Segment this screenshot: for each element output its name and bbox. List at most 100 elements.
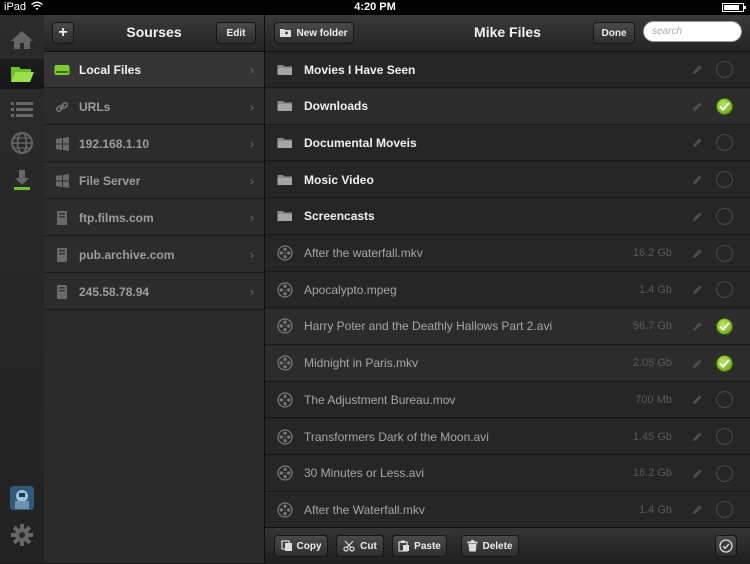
cut-button[interactable]: Cut <box>336 535 384 557</box>
delete-button[interactable]: Delete <box>461 535 519 557</box>
item-name: Screencasts <box>304 209 375 224</box>
item-name: Downloads <box>304 99 369 114</box>
item-name: Movies I Have Seen <box>304 62 416 77</box>
select-checkbox[interactable] <box>716 464 733 482</box>
pencil-icon[interactable] <box>691 247 703 265</box>
server-icon <box>53 284 71 300</box>
film-reel-icon <box>275 282 295 298</box>
cut-label: Cut <box>360 540 377 552</box>
select-checkbox[interactable] <box>716 501 733 519</box>
select-checkbox[interactable] <box>716 428 733 445</box>
trash-icon <box>467 540 478 552</box>
select-checkbox[interactable] <box>716 134 733 152</box>
pencil-icon[interactable] <box>691 100 703 118</box>
files-panel: New folder Mike Files Done search Movies… <box>265 15 750 564</box>
select-all-button[interactable] <box>715 535 737 557</box>
select-checkbox[interactable] <box>716 171 733 189</box>
gear-icon[interactable] <box>6 520 38 550</box>
file-row[interactable]: 30 Minutes or Less.avi 16.2 Gb <box>265 455 750 492</box>
pencil-icon[interactable] <box>691 136 703 154</box>
globe-icon[interactable] <box>6 128 38 158</box>
source-item[interactable]: 192.168.1.10 › <box>44 126 264 162</box>
film-reel-icon <box>275 355 295 371</box>
source-item[interactable]: ftp.films.com › <box>44 200 264 236</box>
server-icon <box>53 247 71 263</box>
folder-icon[interactable] <box>0 59 44 89</box>
pencil-icon[interactable] <box>691 357 703 375</box>
pencil-icon[interactable] <box>691 430 703 448</box>
search-input[interactable]: search <box>643 21 742 42</box>
file-size: 16.2 Gb <box>632 247 672 259</box>
folder-row[interactable]: Downloads <box>265 88 750 125</box>
file-row[interactable]: Harry Poter and the Deathly Hallows Part… <box>265 308 750 345</box>
select-checkbox[interactable] <box>716 97 733 115</box>
folder-icon <box>275 137 295 149</box>
pencil-icon[interactable] <box>691 320 703 338</box>
file-row[interactable]: After the Waterfall.mkv 1.4 Gb <box>265 492 750 529</box>
film-reel-icon <box>275 318 295 335</box>
drive-icon <box>53 64 71 76</box>
copy-label: Copy <box>296 540 322 552</box>
source-label: URLs <box>79 99 111 114</box>
select-checkbox[interactable] <box>716 354 733 372</box>
file-row[interactable]: Apocalypto.mpeg 1.4 Gb <box>265 272 750 309</box>
action-toolbar: Copy Cut Paste Delete <box>265 527 750 564</box>
file-row[interactable]: Transformers Dark of the Moon.avi 1.45 Gb <box>265 419 750 455</box>
pencil-icon[interactable] <box>691 173 703 191</box>
film-reel-icon <box>275 245 295 261</box>
download-icon[interactable] <box>6 165 38 195</box>
select-checkbox[interactable] <box>716 281 733 299</box>
file-size: 56.7 Gb <box>632 320 672 333</box>
paste-button[interactable]: Paste <box>392 535 447 557</box>
select-checkbox[interactable] <box>716 61 733 78</box>
scissors-icon <box>343 540 355 552</box>
file-row[interactable]: After the waterfall.mkv 16.2 Gb <box>265 235 750 272</box>
source-item[interactable]: File Server › <box>44 163 264 199</box>
select-checkbox[interactable] <box>716 244 733 262</box>
folder-row[interactable]: Screencasts <box>265 198 750 235</box>
file-size: 700 Mb <box>635 393 672 406</box>
file-row[interactable]: The Adjustment Bureau.mov 700 Mb <box>265 382 750 419</box>
item-name: Documental Moveis <box>304 135 417 150</box>
source-item[interactable]: 245.58.78.94 › <box>44 274 264 310</box>
select-checkbox[interactable] <box>716 391 733 409</box>
folder-row[interactable]: Mosic Video <box>265 162 750 199</box>
source-item[interactable]: URLs › <box>44 89 264 125</box>
home-icon[interactable] <box>6 25 38 55</box>
pencil-icon[interactable] <box>691 283 703 301</box>
sources-header: + Sourses Edit <box>44 15 264 52</box>
item-name: Harry Poter and the Deathly Hallows Part… <box>304 319 553 334</box>
source-label: 245.58.78.94 <box>79 284 150 299</box>
chevron-right-icon: › <box>250 137 254 151</box>
item-name: After the waterfall.mkv <box>304 246 423 260</box>
list-icon[interactable] <box>6 95 38 125</box>
item-name: Apocalypto.mpeg <box>304 282 397 297</box>
file-size: 1.4 Gb <box>638 283 672 296</box>
file-row[interactable]: Midnight in Paris.mkv 2.05 Gb <box>265 345 750 382</box>
select-checkbox[interactable] <box>716 207 733 225</box>
edit-button[interactable]: Edit <box>216 22 256 44</box>
film-reel-icon <box>275 428 295 445</box>
pencil-icon[interactable] <box>691 503 703 521</box>
windows-icon <box>53 136 71 151</box>
copy-icon <box>280 540 292 551</box>
source-item[interactable]: pub.archive.com › <box>44 237 264 273</box>
chevron-right-icon: › <box>250 100 254 114</box>
folder-row[interactable]: Documental Moveis <box>265 125 750 162</box>
folder-row[interactable]: Movies I Have Seen <box>265 52 750 88</box>
source-label: ftp.films.com <box>79 210 154 225</box>
done-button[interactable]: Done <box>593 22 635 44</box>
pencil-icon[interactable] <box>691 210 703 228</box>
source-item[interactable]: Local Files › <box>44 52 264 88</box>
file-size: 16.2 Gb <box>632 467 672 480</box>
pencil-icon[interactable] <box>691 467 703 485</box>
copy-button[interactable]: Copy <box>274 535 328 557</box>
select-checkbox[interactable] <box>716 317 733 335</box>
paste-icon <box>398 540 410 552</box>
item-name: 30 Minutes or Less.avi <box>304 466 425 481</box>
avatar-icon[interactable] <box>6 483 38 513</box>
pencil-icon[interactable] <box>691 63 703 81</box>
pencil-icon[interactable] <box>691 393 703 411</box>
file-size: 2.05 Gb <box>632 357 672 370</box>
item-name: Mosic Video <box>304 172 374 187</box>
